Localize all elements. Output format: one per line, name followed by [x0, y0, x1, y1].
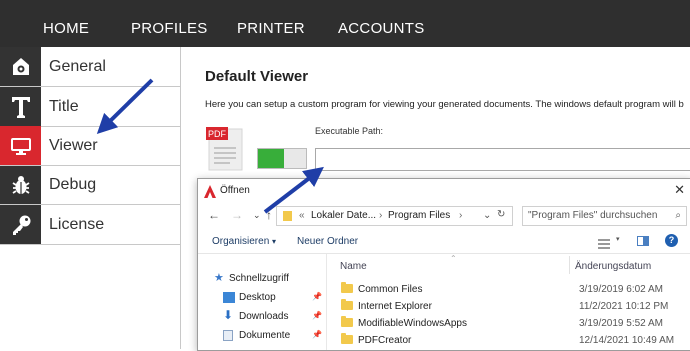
- close-icon[interactable]: ✕: [674, 182, 685, 198]
- file-row[interactable]: Common Files 3/19/2019 6:02 AM: [326, 281, 690, 298]
- up-arrow-icon[interactable]: ↑: [266, 208, 272, 222]
- sidebar-item-general[interactable]: General: [0, 47, 180, 87]
- document-icon: [223, 330, 233, 341]
- organize-caret: ▾: [272, 237, 277, 246]
- folder-icon: [341, 299, 353, 310]
- executable-path-input[interactable]: [315, 148, 690, 171]
- breadcrumb-program-files[interactable]: Program Files: [388, 210, 450, 221]
- file-date: 3/19/2019 5:52 AM: [579, 318, 663, 329]
- file-list-header: ⌃ Name Änderungsdatum: [326, 254, 690, 276]
- bug-icon: [0, 165, 41, 204]
- file-row[interactable]: PDFCreator 12/14/2021 10:49 AM: [326, 332, 690, 349]
- column-header-date[interactable]: Änderungsdatum: [575, 261, 651, 272]
- nav-pane-documents[interactable]: Dokumente 📌: [198, 327, 326, 345]
- back-arrow-icon[interactable]: ←: [208, 208, 220, 222]
- new-folder-button[interactable]: Neuer Ordner: [297, 236, 358, 247]
- gear-icon: [0, 47, 41, 86]
- sidebar-item-label: Debug: [49, 176, 97, 193]
- title-t-icon: [0, 87, 41, 126]
- nav-pane-label: Dokumente: [239, 330, 291, 341]
- file-name: Common Files: [358, 284, 423, 295]
- file-row[interactable]: Internet Explorer 11/2/2021 10:12 PM: [326, 298, 690, 315]
- app-logo-icon: [204, 185, 216, 203]
- search-icon: ⌕: [675, 210, 681, 221]
- breadcrumb-separator: ›: [379, 210, 383, 221]
- executable-path-label: Executable Path:: [315, 126, 384, 136]
- nav-accounts[interactable]: ACCOUNTS: [338, 0, 425, 47]
- nav-profiles[interactable]: PROFILES: [131, 0, 208, 47]
- desktop-icon: [223, 292, 235, 303]
- help-icon[interactable]: ?: [665, 234, 678, 247]
- folder-icon: [341, 282, 353, 293]
- organize-button[interactable]: Organisieren ▾: [212, 236, 276, 247]
- toggle-on-indicator: [258, 149, 284, 168]
- search-placeholder: "Program Files" durchsuchen: [528, 210, 658, 221]
- pdf-badge-text: PDF: [208, 129, 227, 139]
- sidebar-item-viewer[interactable]: Viewer: [0, 126, 180, 166]
- pin-icon[interactable]: 📌: [312, 311, 322, 320]
- preview-pane-icon[interactable]: [637, 236, 649, 246]
- file-name: PDFCreator: [358, 335, 412, 346]
- star-icon: ★: [214, 272, 224, 284]
- sidebar-item-label: Viewer: [49, 137, 98, 154]
- open-file-dialog: Öffnen ✕ ← → ⌄ ↑ « Lokaler Date... › Pro…: [197, 178, 690, 351]
- top-navigation: HOME PROFILES PRINTER ACCOUNTS: [0, 0, 690, 47]
- nav-pane-label: Schnellzugriff: [229, 273, 289, 284]
- breadcrumb-overflow[interactable]: «: [299, 210, 305, 221]
- file-name: ModifiableWindowsApps: [358, 318, 467, 329]
- address-row: ← → ⌄ ↑ « Lokaler Date... › Program File…: [198, 204, 690, 228]
- key-icon: [0, 205, 41, 244]
- download-icon: ⬇: [223, 308, 234, 322]
- command-bar: Organisieren ▾ Neuer Ordner ▾ ?: [198, 231, 690, 254]
- pin-icon[interactable]: 📌: [312, 330, 322, 339]
- sidebar-item-debug[interactable]: Debug: [0, 165, 180, 205]
- file-date: 3/19/2019 6:02 AM: [579, 284, 663, 295]
- settings-sidebar: General Title Viewer Debug License: [0, 47, 181, 349]
- viewer-toggle[interactable]: [257, 148, 307, 169]
- nav-printer[interactable]: PRINTER: [237, 0, 305, 47]
- column-divider[interactable]: [569, 256, 570, 274]
- file-date: 11/2/2021 10:12 PM: [579, 301, 669, 312]
- forward-arrow-icon[interactable]: →: [231, 208, 243, 222]
- dialog-title: Öffnen: [220, 185, 250, 196]
- folder-icon: [283, 211, 292, 221]
- sidebar-item-label: General: [49, 58, 106, 75]
- view-options-icon[interactable]: [598, 236, 610, 249]
- dialog-titlebar: Öffnen ✕: [198, 179, 690, 204]
- nav-home[interactable]: HOME: [43, 0, 89, 47]
- breadcrumb-separator: ›: [459, 210, 463, 221]
- address-bar[interactable]: « Lokaler Date... › Program Files › ⌄ ↻: [276, 206, 513, 226]
- sort-caret-icon: ⌃: [450, 254, 457, 263]
- nav-pane-desktop[interactable]: Desktop 📌: [198, 289, 326, 307]
- folder-icon: [341, 333, 353, 344]
- folder-icon: [341, 316, 353, 327]
- refresh-icon[interactable]: ↻: [497, 209, 505, 220]
- nav-pane-downloads[interactable]: ⬇ Downloads 📌: [198, 308, 326, 326]
- page-title: Default Viewer: [205, 68, 309, 85]
- file-row[interactable]: ModifiableWindowsApps 3/19/2019 5:52 AM: [326, 315, 690, 332]
- search-input[interactable]: "Program Files" durchsuchen ⌕: [522, 206, 687, 226]
- nav-pane-label: Desktop: [239, 292, 276, 303]
- sidebar-item-title[interactable]: Title: [0, 87, 180, 127]
- pdf-file-icon: PDF: [206, 127, 244, 171]
- sidebar-item-license[interactable]: License: [0, 205, 180, 245]
- page-description: Here you can setup a custom program for …: [205, 99, 684, 110]
- file-date: 12/14/2021 10:49 AM: [579, 335, 675, 346]
- pin-icon[interactable]: 📌: [312, 292, 322, 301]
- sidebar-item-label: Title: [49, 98, 79, 115]
- breadcrumb-lokaler[interactable]: Lokaler Date...: [311, 210, 376, 221]
- view-dropdown-icon[interactable]: ▾: [616, 235, 620, 243]
- nav-pane-quick-access[interactable]: ★ Schnellzugriff: [198, 270, 326, 288]
- monitor-icon: [0, 126, 41, 165]
- recent-chevron-icon[interactable]: ⌄: [253, 210, 261, 221]
- sidebar-item-label: License: [49, 216, 105, 233]
- organize-label: Organisieren: [212, 236, 270, 247]
- address-dropdown-icon[interactable]: ⌄: [483, 210, 491, 221]
- column-header-name[interactable]: Name: [340, 261, 367, 272]
- nav-pane-label: Downloads: [239, 311, 289, 322]
- file-name: Internet Explorer: [358, 301, 432, 312]
- navigation-pane: ★ Schnellzugriff Desktop 📌 ⬇ Downloads 📌…: [198, 254, 327, 350]
